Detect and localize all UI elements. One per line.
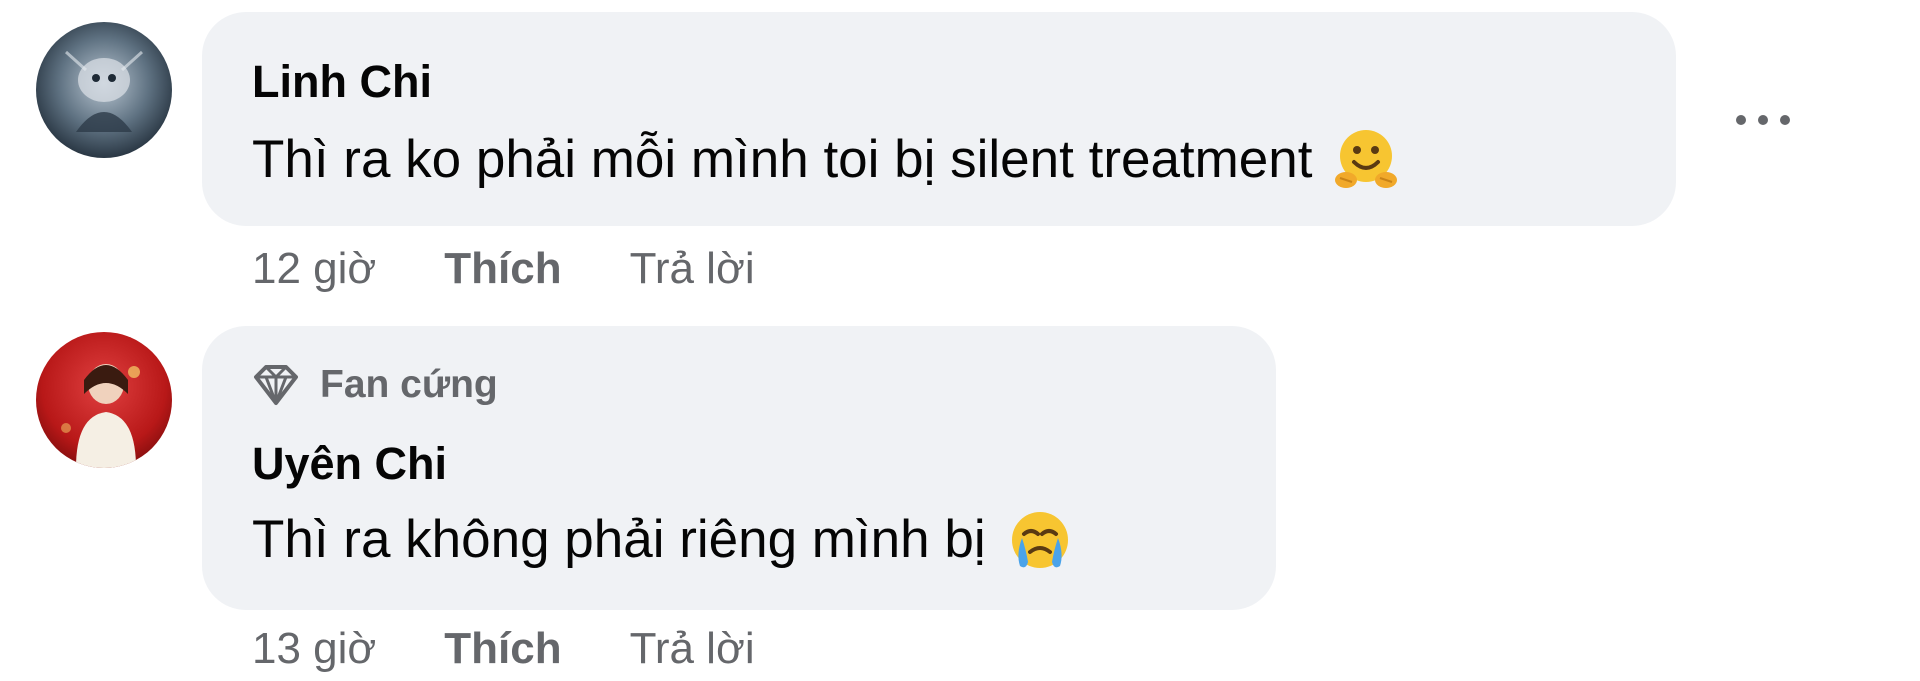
hugging-face-icon: [1330, 124, 1402, 196]
comment-text: Thì ra ko phải mỗi mình toi bị silent tr…: [252, 130, 1313, 189]
avatar[interactable]: [36, 332, 172, 468]
comment-author[interactable]: Uyên Chi: [252, 438, 447, 490]
diamond-icon: [252, 363, 300, 407]
comment-time[interactable]: 12 giờ: [252, 244, 376, 294]
comment-thread: Linh Chi Thì ra ko phải mỗi mình toi bị …: [0, 0, 1920, 681]
comment-text-row: Thì ra không phải riêng mình bị: [252, 504, 1076, 576]
avatar-image: [36, 22, 172, 158]
comment-author[interactable]: Linh Chi: [252, 56, 432, 108]
reply-button[interactable]: Trả lời: [630, 244, 755, 294]
reply-button[interactable]: Trả lời: [630, 624, 755, 674]
avatar-image: [36, 332, 172, 468]
more-options-icon[interactable]: [1727, 84, 1799, 156]
comment-actions: 13 giờ Thích Trả lời: [252, 624, 755, 674]
comment-time[interactable]: 13 giờ: [252, 624, 376, 674]
comment-actions: 12 giờ Thích Trả lời: [252, 244, 755, 294]
badge-label: Fan cứng: [320, 363, 498, 406]
crying-face-icon: [1004, 504, 1076, 576]
like-button[interactable]: Thích: [444, 244, 561, 294]
like-button[interactable]: Thích: [444, 624, 561, 674]
comment-text: Thì ra không phải riêng mình bị: [252, 510, 986, 569]
fan-badge[interactable]: Fan cứng: [252, 362, 498, 408]
comment-text-row: Thì ra ko phải mỗi mình toi bị silent tr…: [252, 124, 1402, 196]
avatar[interactable]: [36, 22, 172, 158]
